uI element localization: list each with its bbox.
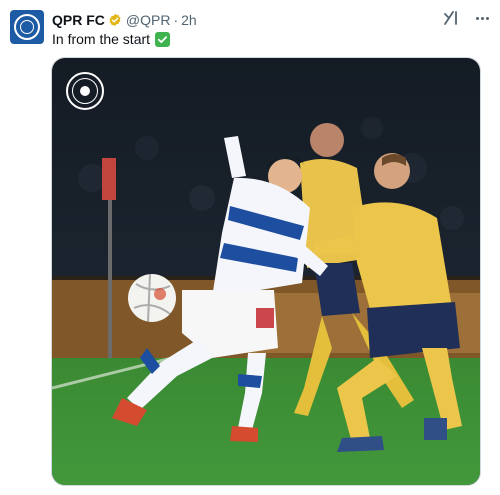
tweet-photo[interactable] xyxy=(51,57,481,486)
match-photo-illustration xyxy=(52,58,480,485)
tweet[interactable]: QPR FC @QPR · 2h In from the start xyxy=(0,0,500,495)
tweet-text: In from the start xyxy=(52,30,171,48)
verified-badge-icon[interactable] xyxy=(108,13,122,27)
account-avatar[interactable] xyxy=(10,10,44,44)
separator-dot: · xyxy=(173,12,179,28)
white-check-mark-icon xyxy=(155,31,171,47)
timestamp[interactable]: 2h xyxy=(181,11,197,29)
tweet-header: QPR FC @QPR · 2h xyxy=(52,11,197,29)
account-name[interactable]: QPR FC xyxy=(52,11,105,29)
grok-icon[interactable] xyxy=(442,8,462,28)
more-options-icon[interactable] xyxy=(472,8,492,28)
account-handle[interactable]: @QPR xyxy=(126,11,171,29)
qpr-crest-icon xyxy=(14,14,40,40)
qpr-crest-watermark xyxy=(66,72,104,110)
tweet-body: In from the start xyxy=(52,31,151,47)
